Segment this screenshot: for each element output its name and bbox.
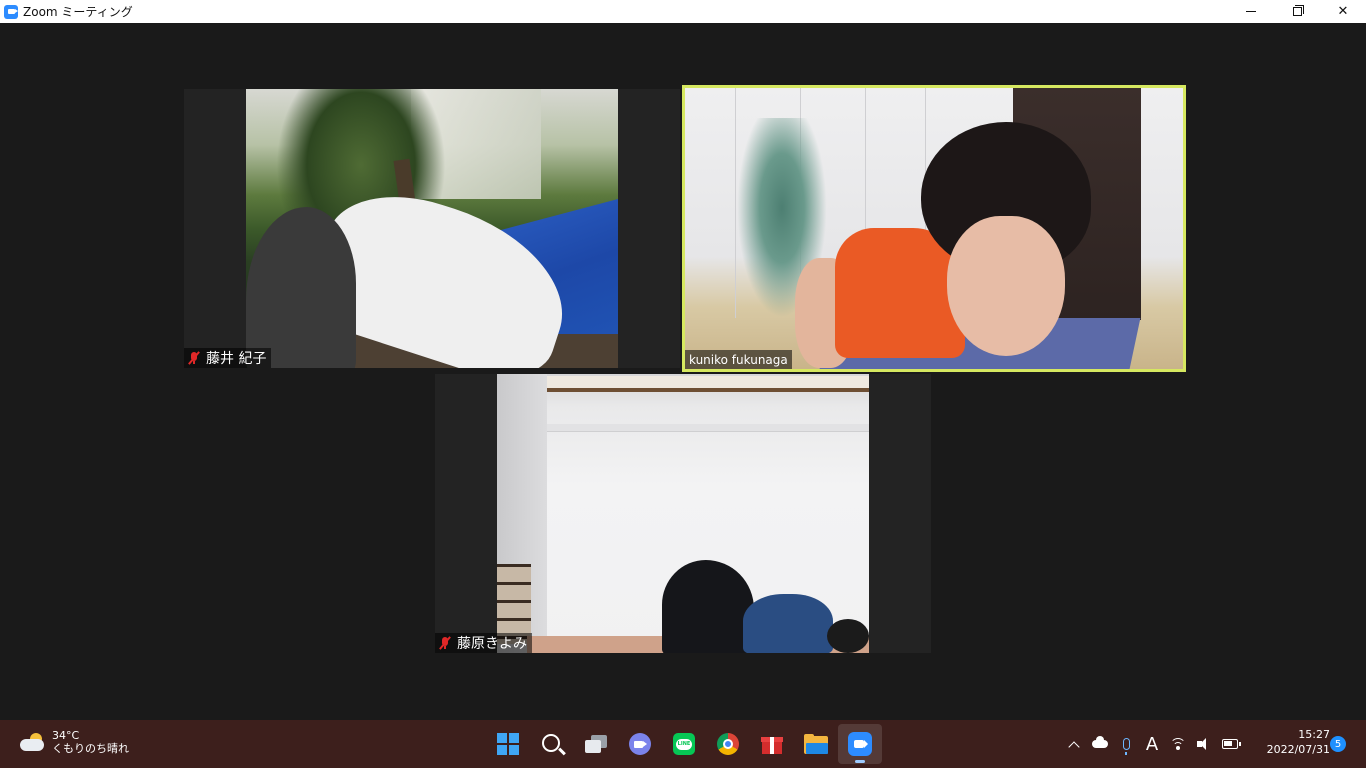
- participant-name: 藤井 紀子: [206, 351, 267, 367]
- close-icon: ✕: [1337, 4, 1349, 19]
- participant-video: [685, 88, 1183, 369]
- restore-button[interactable]: [1274, 0, 1320, 23]
- chrome-icon: [717, 733, 739, 755]
- line-app[interactable]: LINE: [662, 724, 706, 764]
- wifi-icon: [1170, 738, 1186, 750]
- speaker-icon: [1197, 738, 1211, 750]
- mic-muted-icon: [188, 351, 200, 365]
- participant-name-tag: 藤井 紀子: [184, 348, 272, 368]
- zoom-icon: [848, 732, 872, 756]
- microphone-icon: [1122, 738, 1130, 755]
- onedrive-button[interactable]: [1088, 729, 1112, 759]
- onedrive-icon: [1092, 736, 1108, 748]
- chevron-up-icon: [1068, 740, 1080, 753]
- windows-logo-icon: [497, 733, 519, 755]
- active-speaker-video-tile[interactable]: kuniko fukunaga: [682, 85, 1186, 372]
- weather-widget[interactable]: 34°C くもりのち晴れ: [18, 729, 129, 756]
- participant-name: kuniko fukunaga: [689, 352, 788, 367]
- show-hidden-icons-button[interactable]: [1062, 729, 1086, 759]
- participant-video: [497, 374, 869, 653]
- participant-name: 藤原きよみ: [457, 636, 527, 652]
- taskbar-apps: LINE: [486, 724, 882, 764]
- participant-video: [246, 89, 618, 368]
- participant-video-tile[interactable]: 藤原きよみ: [435, 374, 931, 653]
- task-view-icon: [585, 735, 607, 753]
- close-button[interactable]: ✕: [1320, 0, 1366, 23]
- zoom-app[interactable]: [838, 724, 882, 764]
- teams-icon: [629, 733, 651, 755]
- taskbar: 34°C くもりのち晴れ LINE A 15:27 2022/07/31 5: [0, 720, 1366, 768]
- system-tray: A: [1062, 720, 1244, 768]
- search-button[interactable]: [530, 724, 574, 764]
- file-explorer-app[interactable]: [794, 724, 838, 764]
- participant-name-tag: 藤原きよみ: [435, 633, 532, 653]
- folder-icon: [804, 734, 828, 754]
- zoom-icon: [4, 4, 18, 19]
- line-icon: LINE: [673, 733, 695, 755]
- mic-muted-icon: [439, 636, 451, 650]
- network-button[interactable]: [1166, 729, 1190, 759]
- chrome-app[interactable]: [706, 724, 750, 764]
- ime-icon: A: [1145, 733, 1159, 755]
- gift-icon: [761, 734, 783, 754]
- battery-button[interactable]: [1218, 729, 1242, 759]
- participant-video-tile[interactable]: 藤井 紀子: [184, 89, 680, 368]
- minimize-button[interactable]: [1228, 0, 1274, 23]
- clock-date: 2022/07/31: [1266, 743, 1330, 756]
- weather-condition: くもりのち晴れ: [52, 742, 129, 755]
- gift-app[interactable]: [750, 724, 794, 764]
- minimize-icon: [1246, 11, 1256, 12]
- ime-mode-button[interactable]: A: [1140, 729, 1164, 759]
- clock-time: 15:27: [1298, 728, 1330, 741]
- teams-chat-button[interactable]: [618, 724, 662, 764]
- weather-temperature: 34°C: [52, 729, 80, 742]
- partly-cloudy-icon: [18, 732, 46, 753]
- meeting-gallery-view: 藤井 紀子 kuniko fukunaga 藤原きよみ: [0, 23, 1366, 720]
- window-title: Zoom ミーティング: [23, 5, 133, 19]
- volume-button[interactable]: [1192, 729, 1216, 759]
- restore-icon: [1292, 5, 1304, 16]
- task-view-button[interactable]: [574, 724, 618, 764]
- participant-name-tag: kuniko fukunaga: [685, 350, 792, 369]
- notification-badge[interactable]: 5: [1330, 736, 1346, 752]
- start-button[interactable]: [486, 724, 530, 764]
- microphone-in-use-button[interactable]: [1114, 729, 1138, 759]
- title-bar: Zoom ミーティング ✕: [0, 0, 1366, 23]
- clock[interactable]: 15:27 2022/07/31: [1258, 728, 1330, 758]
- window-controls: ✕: [1228, 0, 1366, 23]
- search-icon: [541, 733, 560, 752]
- battery-icon: [1222, 739, 1241, 749]
